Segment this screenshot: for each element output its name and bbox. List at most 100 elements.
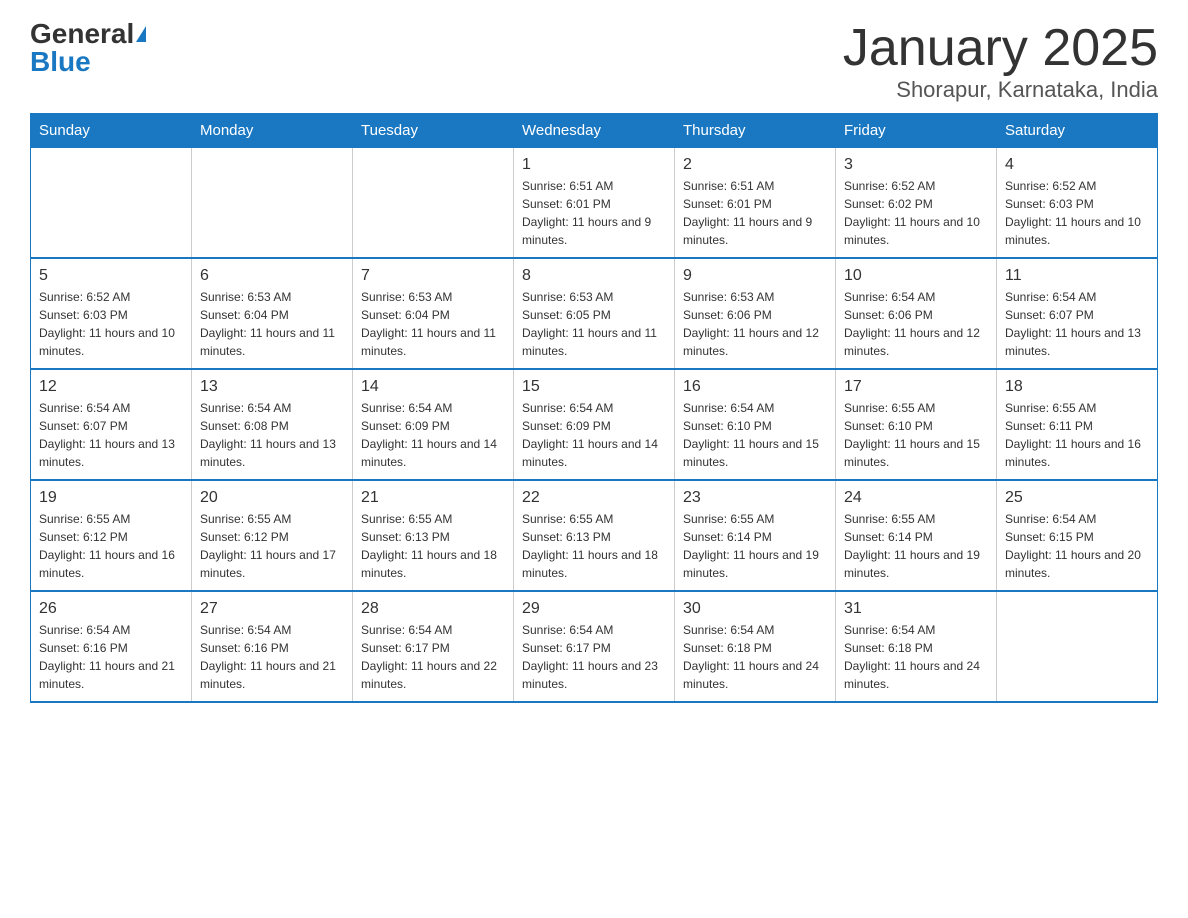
day-info: Sunrise: 6:54 AM Sunset: 6:15 PM Dayligh… bbox=[1005, 510, 1149, 582]
calendar-week-row: 1 Sunrise: 6:51 AM Sunset: 6:01 PM Daylig… bbox=[31, 148, 1158, 259]
day-number: 4 bbox=[1005, 156, 1149, 174]
logo-blue-text: Blue bbox=[30, 48, 91, 76]
day-info: Sunrise: 6:54 AM Sunset: 6:16 PM Dayligh… bbox=[39, 621, 183, 693]
calendar-table: SundayMondayTuesdayWednesdayThursdayFrid… bbox=[30, 113, 1158, 703]
day-number: 31 bbox=[844, 600, 988, 618]
logo-general-text: General bbox=[30, 20, 134, 48]
header-monday: Monday bbox=[192, 114, 353, 148]
calendar-week-row: 19 Sunrise: 6:55 AM Sunset: 6:12 PM Dayli… bbox=[31, 480, 1158, 591]
day-info: Sunrise: 6:52 AM Sunset: 6:03 PM Dayligh… bbox=[1005, 177, 1149, 249]
calendar-week-row: 5 Sunrise: 6:52 AM Sunset: 6:03 PM Daylig… bbox=[31, 258, 1158, 369]
day-number: 28 bbox=[361, 600, 505, 618]
day-number: 26 bbox=[39, 600, 183, 618]
calendar-cell: 18 Sunrise: 6:55 AM Sunset: 6:11 PM Dayli… bbox=[997, 369, 1158, 480]
day-info: Sunrise: 6:52 AM Sunset: 6:03 PM Dayligh… bbox=[39, 288, 183, 360]
calendar-cell bbox=[192, 148, 353, 259]
day-info: Sunrise: 6:53 AM Sunset: 6:05 PM Dayligh… bbox=[522, 288, 666, 360]
day-number: 24 bbox=[844, 489, 988, 507]
day-number: 18 bbox=[1005, 378, 1149, 396]
day-number: 23 bbox=[683, 489, 827, 507]
calendar-cell: 12 Sunrise: 6:54 AM Sunset: 6:07 PM Dayli… bbox=[31, 369, 192, 480]
calendar-cell: 13 Sunrise: 6:54 AM Sunset: 6:08 PM Dayli… bbox=[192, 369, 353, 480]
calendar-cell: 29Sunrise: 6:54 AM Sunset: 6:17 PM Dayli… bbox=[514, 591, 675, 702]
day-info: Sunrise: 6:54 AM Sunset: 6:16 PM Dayligh… bbox=[200, 621, 344, 693]
day-number: 27 bbox=[200, 600, 344, 618]
day-info: Sunrise: 6:52 AM Sunset: 6:02 PM Dayligh… bbox=[844, 177, 988, 249]
header-wednesday: Wednesday bbox=[514, 114, 675, 148]
calendar-cell: 1 Sunrise: 6:51 AM Sunset: 6:01 PM Daylig… bbox=[514, 148, 675, 259]
calendar-header-row: SundayMondayTuesdayWednesdayThursdayFrid… bbox=[31, 114, 1158, 148]
day-number: 15 bbox=[522, 378, 666, 396]
day-info: Sunrise: 6:51 AM Sunset: 6:01 PM Dayligh… bbox=[683, 177, 827, 249]
day-info: Sunrise: 6:54 AM Sunset: 6:18 PM Dayligh… bbox=[683, 621, 827, 693]
calendar-cell: 7Sunrise: 6:53 AM Sunset: 6:04 PM Daylig… bbox=[353, 258, 514, 369]
day-number: 16 bbox=[683, 378, 827, 396]
day-number: 17 bbox=[844, 378, 988, 396]
calendar-cell: 16 Sunrise: 6:54 AM Sunset: 6:10 PM Dayli… bbox=[675, 369, 836, 480]
header-sunday: Sunday bbox=[31, 114, 192, 148]
page-header: General Blue January 2025 Shorapur, Karn… bbox=[30, 20, 1158, 103]
calendar-cell: 4 Sunrise: 6:52 AM Sunset: 6:03 PM Daylig… bbox=[997, 148, 1158, 259]
calendar-cell: 26 Sunrise: 6:54 AM Sunset: 6:16 PM Dayli… bbox=[31, 591, 192, 702]
day-info: Sunrise: 6:54 AM Sunset: 6:18 PM Dayligh… bbox=[844, 621, 988, 693]
day-number: 29 bbox=[522, 600, 666, 618]
header-friday: Friday bbox=[836, 114, 997, 148]
calendar-cell: 15Sunrise: 6:54 AM Sunset: 6:09 PM Dayli… bbox=[514, 369, 675, 480]
calendar-cell: 21Sunrise: 6:55 AM Sunset: 6:13 PM Dayli… bbox=[353, 480, 514, 591]
day-number: 5 bbox=[39, 267, 183, 285]
day-number: 13 bbox=[200, 378, 344, 396]
day-info: Sunrise: 6:51 AM Sunset: 6:01 PM Dayligh… bbox=[522, 177, 666, 249]
calendar-cell: 19 Sunrise: 6:55 AM Sunset: 6:12 PM Dayli… bbox=[31, 480, 192, 591]
day-number: 1 bbox=[522, 156, 666, 174]
calendar-cell: 6Sunrise: 6:53 AM Sunset: 6:04 PM Daylig… bbox=[192, 258, 353, 369]
calendar-cell bbox=[31, 148, 192, 259]
location-title: Shorapur, Karnataka, India bbox=[843, 77, 1158, 103]
calendar-cell: 25 Sunrise: 6:54 AM Sunset: 6:15 PM Dayli… bbox=[997, 480, 1158, 591]
calendar-cell: 10Sunrise: 6:54 AM Sunset: 6:06 PM Dayli… bbox=[836, 258, 997, 369]
day-info: Sunrise: 6:54 AM Sunset: 6:10 PM Dayligh… bbox=[683, 399, 827, 471]
calendar-cell bbox=[353, 148, 514, 259]
calendar-cell: 23 Sunrise: 6:55 AM Sunset: 6:14 PM Dayli… bbox=[675, 480, 836, 591]
calendar-cell: 8 Sunrise: 6:53 AM Sunset: 6:05 PM Daylig… bbox=[514, 258, 675, 369]
calendar-cell: 30 Sunrise: 6:54 AM Sunset: 6:18 PM Dayli… bbox=[675, 591, 836, 702]
day-number: 25 bbox=[1005, 489, 1149, 507]
title-block: January 2025 Shorapur, Karnataka, India bbox=[843, 20, 1158, 103]
logo: General Blue bbox=[30, 20, 146, 76]
calendar-cell: 24 Sunrise: 6:55 AM Sunset: 6:14 PM Dayli… bbox=[836, 480, 997, 591]
logo-triangle-icon bbox=[136, 26, 146, 42]
calendar-cell: 11Sunrise: 6:54 AM Sunset: 6:07 PM Dayli… bbox=[997, 258, 1158, 369]
day-info: Sunrise: 6:53 AM Sunset: 6:04 PM Dayligh… bbox=[361, 288, 505, 360]
calendar-cell: 3 Sunrise: 6:52 AM Sunset: 6:02 PM Daylig… bbox=[836, 148, 997, 259]
day-number: 20 bbox=[200, 489, 344, 507]
day-info: Sunrise: 6:55 AM Sunset: 6:13 PM Dayligh… bbox=[361, 510, 505, 582]
calendar-cell: 5 Sunrise: 6:52 AM Sunset: 6:03 PM Daylig… bbox=[31, 258, 192, 369]
day-number: 30 bbox=[683, 600, 827, 618]
calendar-cell: 28 Sunrise: 6:54 AM Sunset: 6:17 PM Dayli… bbox=[353, 591, 514, 702]
day-info: Sunrise: 6:55 AM Sunset: 6:11 PM Dayligh… bbox=[1005, 399, 1149, 471]
day-info: Sunrise: 6:55 AM Sunset: 6:10 PM Dayligh… bbox=[844, 399, 988, 471]
day-info: Sunrise: 6:54 AM Sunset: 6:09 PM Dayligh… bbox=[361, 399, 505, 471]
day-info: Sunrise: 6:54 AM Sunset: 6:07 PM Dayligh… bbox=[39, 399, 183, 471]
day-number: 3 bbox=[844, 156, 988, 174]
day-info: Sunrise: 6:55 AM Sunset: 6:14 PM Dayligh… bbox=[844, 510, 988, 582]
day-info: Sunrise: 6:53 AM Sunset: 6:04 PM Dayligh… bbox=[200, 288, 344, 360]
header-tuesday: Tuesday bbox=[353, 114, 514, 148]
day-info: Sunrise: 6:55 AM Sunset: 6:12 PM Dayligh… bbox=[39, 510, 183, 582]
day-info: Sunrise: 6:54 AM Sunset: 6:07 PM Dayligh… bbox=[1005, 288, 1149, 360]
day-info: Sunrise: 6:55 AM Sunset: 6:14 PM Dayligh… bbox=[683, 510, 827, 582]
day-number: 12 bbox=[39, 378, 183, 396]
day-number: 2 bbox=[683, 156, 827, 174]
day-info: Sunrise: 6:53 AM Sunset: 6:06 PM Dayligh… bbox=[683, 288, 827, 360]
day-number: 10 bbox=[844, 267, 988, 285]
day-info: Sunrise: 6:54 AM Sunset: 6:17 PM Dayligh… bbox=[361, 621, 505, 693]
calendar-cell: 20Sunrise: 6:55 AM Sunset: 6:12 PM Dayli… bbox=[192, 480, 353, 591]
day-number: 22 bbox=[522, 489, 666, 507]
calendar-cell: 9Sunrise: 6:53 AM Sunset: 6:06 PM Daylig… bbox=[675, 258, 836, 369]
day-number: 19 bbox=[39, 489, 183, 507]
day-number: 8 bbox=[522, 267, 666, 285]
day-info: Sunrise: 6:54 AM Sunset: 6:08 PM Dayligh… bbox=[200, 399, 344, 471]
calendar-week-row: 12 Sunrise: 6:54 AM Sunset: 6:07 PM Dayli… bbox=[31, 369, 1158, 480]
calendar-cell: 14Sunrise: 6:54 AM Sunset: 6:09 PM Dayli… bbox=[353, 369, 514, 480]
day-info: Sunrise: 6:55 AM Sunset: 6:13 PM Dayligh… bbox=[522, 510, 666, 582]
header-thursday: Thursday bbox=[675, 114, 836, 148]
